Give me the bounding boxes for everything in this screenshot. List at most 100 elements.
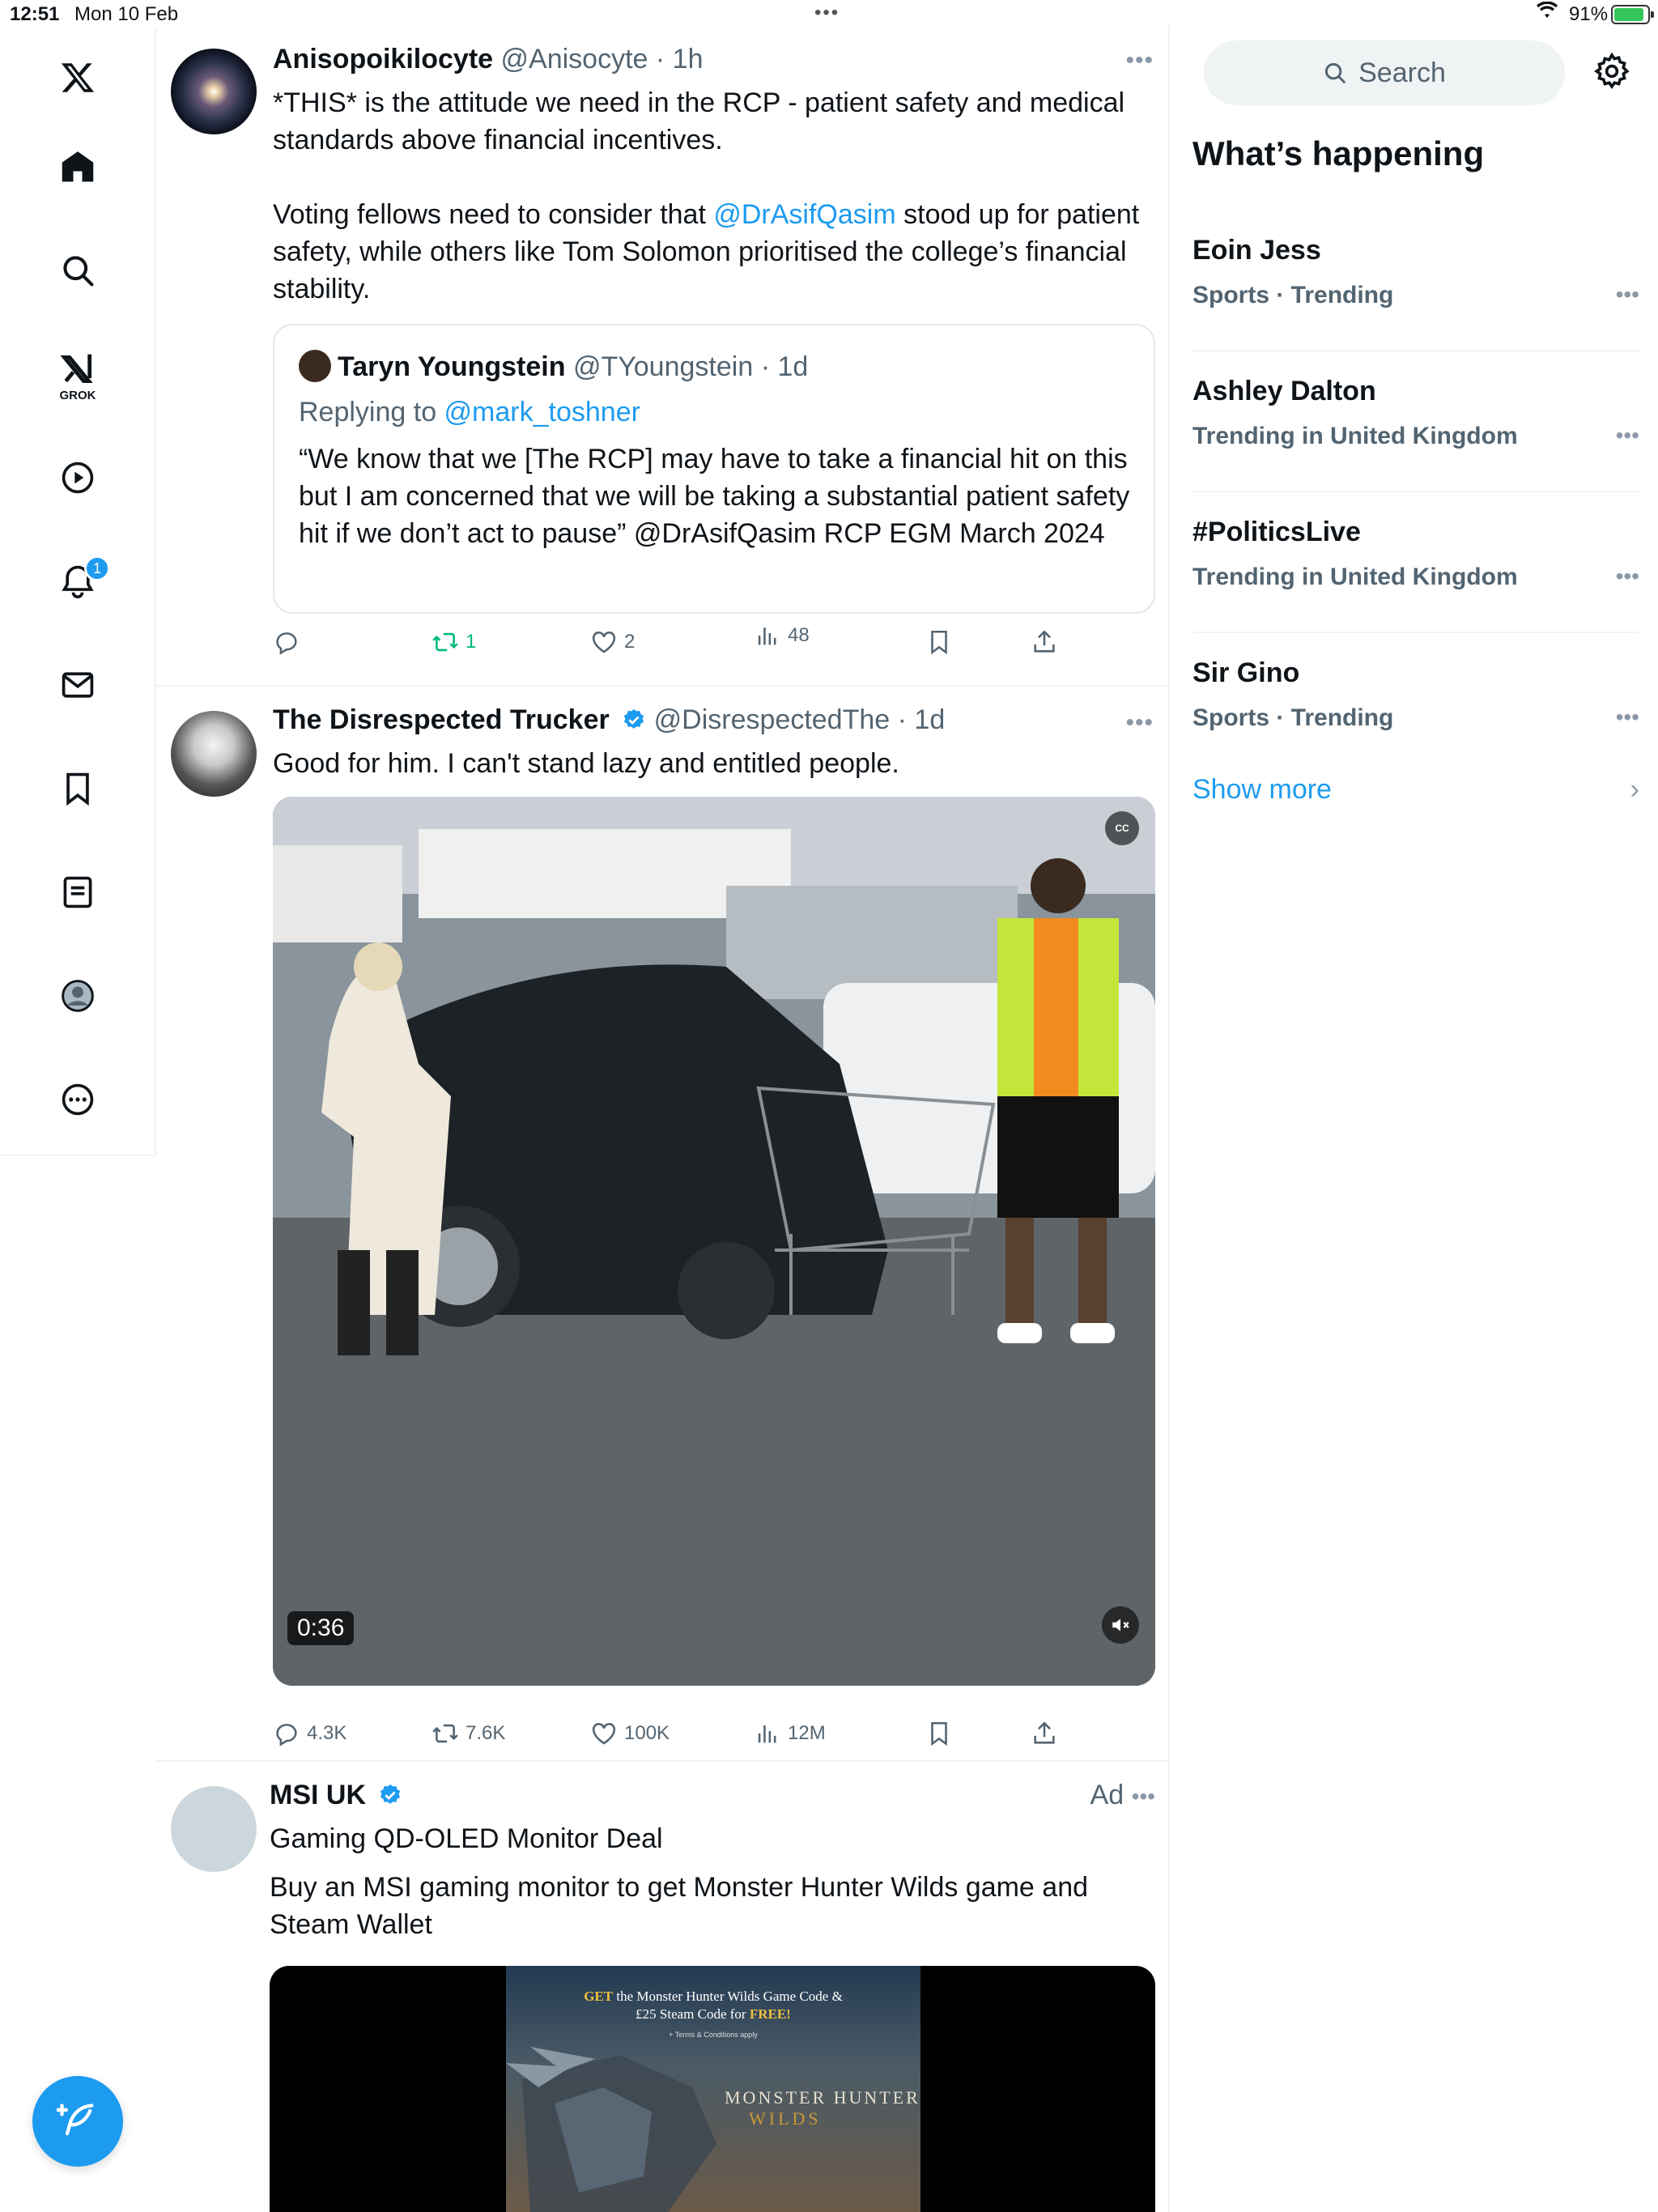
author-name[interactable]: Anisopoikilocyte <box>273 44 493 74</box>
more-options-icon[interactable]: ••• <box>1132 1784 1155 1809</box>
post-time: · 1h <box>655 44 704 74</box>
banner-title-1: MONSTER HUNTER <box>725 2087 920 2108</box>
share-icon <box>1034 1721 1055 1744</box>
repost-button[interactable]: 7.6K <box>432 1720 505 1747</box>
quote-text: “We know that we [The RCP] may have to t… <box>299 444 1130 549</box>
avatar[interactable] <box>171 49 257 134</box>
more-icon[interactable] <box>53 1075 102 1124</box>
more-options-icon[interactable]: ••• <box>1125 709 1154 737</box>
trend-item[interactable]: #PoliticsLive Trending in United Kingdom… <box>1192 492 1639 633</box>
trend-item[interactable]: Sir Gino Sports · Trending ••• <box>1192 633 1639 774</box>
battery-percentage: 91% <box>1569 3 1609 25</box>
author-handle[interactable]: @Anisocyte <box>501 44 648 74</box>
grok-icon[interactable] <box>53 345 102 393</box>
search-placeholder: Search <box>1358 57 1446 88</box>
ad-headline: Gaming QD-OLED Monitor Deal <box>270 1823 663 1854</box>
wifi-icon <box>1537 1 1558 25</box>
mute-button[interactable] <box>1102 1606 1139 1644</box>
like-button[interactable]: 100K <box>590 1720 670 1747</box>
quoted-tweet[interactable]: Taryn Youngstein @TYoungstein · 1d Reply… <box>273 324 1155 614</box>
reply-button[interactable]: 4.3K <box>273 1720 346 1747</box>
replying-to-handle[interactable]: @mark_toshner <box>444 397 640 428</box>
quote-avatar <box>299 350 331 382</box>
search-input[interactable]: Search <box>1204 40 1565 105</box>
left-navigation: GROK 1 <box>0 29 156 1156</box>
repost-icon <box>432 632 458 652</box>
status-time: 12:51 <box>10 3 60 25</box>
settings-gear-icon[interactable] <box>1592 52 1631 91</box>
reply-icon <box>276 632 297 655</box>
quote-time: · 1d <box>760 351 809 382</box>
search-icon <box>1325 62 1346 83</box>
reply-button[interactable] <box>273 628 307 656</box>
reply-icon <box>276 1724 297 1746</box>
heart-icon <box>592 632 616 653</box>
heart-icon <box>592 1723 616 1745</box>
tweet-actions: 4.3K 7.6K 100K 12M <box>273 1720 1155 1755</box>
captions-button[interactable]: CC <box>1105 811 1139 845</box>
trend-name: #PoliticsLive <box>1192 517 1361 547</box>
home-icon[interactable] <box>53 143 102 191</box>
avatar[interactable] <box>171 711 257 797</box>
repost-button[interactable]: 1 <box>432 628 476 656</box>
search-icon[interactable] <box>53 246 102 295</box>
lists-icon[interactable] <box>53 868 102 917</box>
trend-name: Sir Gino <box>1192 657 1300 688</box>
author-handle[interactable]: @DisrespectedThe <box>654 704 891 735</box>
notification-badge: 1 <box>84 555 110 581</box>
replying-to: Replying to @mark_toshner <box>299 397 640 428</box>
ad-text: Buy an MSI gaming monitor to get Monster… <box>270 1872 1089 1940</box>
tweet-text: Good for him. I can't stand lazy and ent… <box>273 748 899 779</box>
avatar[interactable] <box>171 1786 257 1872</box>
trend-item[interactable]: Eoin Jess Sports · Trending ••• <box>1192 211 1639 351</box>
tweet[interactable]: Anisopoikilocyte @Anisocyte · 1h ••• *TH… <box>156 24 1170 687</box>
quote-author-name: Taryn Youngstein <box>338 351 566 382</box>
video-frame <box>273 797 1155 1686</box>
profile-icon[interactable] <box>53 972 102 1020</box>
bookmarks-icon[interactable] <box>53 764 102 813</box>
more-options-icon[interactable]: ••• <box>1125 47 1154 74</box>
video-duration: 0:36 <box>287 1611 355 1645</box>
trend-name: Ashley Dalton <box>1192 376 1376 406</box>
x-logo-icon[interactable] <box>53 53 102 102</box>
trend-item[interactable]: Ashley Dalton Trending in United Kingdom… <box>1192 351 1639 492</box>
more-options-icon[interactable]: ••• <box>1616 282 1639 308</box>
speaker-muted-icon <box>1112 1619 1129 1631</box>
bookmark-button[interactable] <box>925 628 953 656</box>
more-options-icon[interactable]: ••• <box>1616 423 1639 449</box>
views-button[interactable]: 48 <box>754 622 810 649</box>
more-options-icon[interactable]: ••• <box>1616 564 1639 589</box>
trend-meta: Sports · Trending <box>1192 704 1394 731</box>
bookmark-button[interactable] <box>925 1720 953 1747</box>
battery-icon <box>1611 5 1654 24</box>
tweet-actions: 1 2 48 <box>273 624 1155 664</box>
timeline: Anisopoikilocyte @Anisocyte · 1h ••• *TH… <box>156 24 1170 2212</box>
quote-author-handle: @TYoungstein <box>572 351 754 382</box>
share-button[interactable] <box>1031 1720 1058 1747</box>
share-button[interactable] <box>1031 628 1058 656</box>
views-button[interactable]: 12M <box>754 1720 826 1747</box>
trend-meta: Trending in United Kingdom <box>1192 423 1518 449</box>
banner-title-2: WILDS <box>749 2108 822 2129</box>
author-name[interactable]: MSI UK <box>270 1780 366 1810</box>
show-more-link[interactable]: Show more › <box>1192 774 1639 806</box>
messages-icon[interactable] <box>53 661 102 709</box>
feather-plus-icon <box>57 2104 94 2136</box>
mention-link[interactable]: @DrAsifQasim <box>713 199 895 230</box>
section-title: What’s happening <box>1192 134 1485 172</box>
author-name[interactable]: The Disrespected Trucker <box>273 704 610 735</box>
status-date: Mon 10 Feb <box>74 3 179 25</box>
ad-media[interactable]: GET the Monster Hunter Wilds Game Code &… <box>270 1966 1155 2212</box>
verified-badge-icon <box>624 708 644 729</box>
multitasking-dots-icon[interactable]: ••• <box>814 2 840 24</box>
views-icon <box>758 1725 776 1743</box>
ad-label[interactable]: Ad ••• <box>1090 1780 1155 1811</box>
compose-post-button[interactable] <box>32 2076 123 2167</box>
tweet[interactable]: The Disrespected Trucker @DisrespectedTh… <box>156 687 1170 1762</box>
bookmark-icon <box>931 1721 947 1746</box>
video-player[interactable]: CC 0:36 <box>273 797 1155 1686</box>
like-button[interactable]: 2 <box>590 628 635 656</box>
more-options-icon[interactable]: ••• <box>1616 704 1639 730</box>
video-icon[interactable] <box>53 453 102 502</box>
ad-banner-image: GET the Monster Hunter Wilds Game Code &… <box>506 1966 920 2212</box>
